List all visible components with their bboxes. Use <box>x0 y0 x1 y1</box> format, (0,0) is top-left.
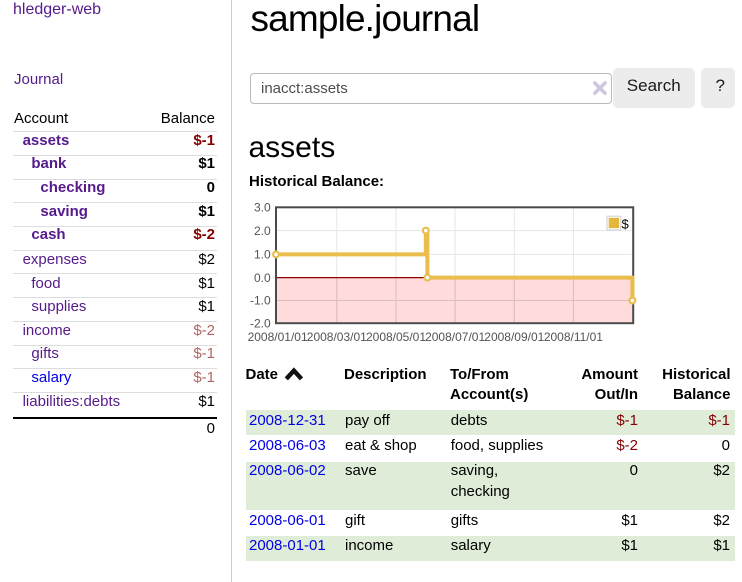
svg-text:2008/01/01: 2008/01/01 <box>248 330 308 344</box>
svg-text:3.0: 3.0 <box>254 201 271 215</box>
svg-text:$: $ <box>622 216 630 231</box>
svg-text:2008/09/01: 2008/09/01 <box>484 330 544 344</box>
svg-text:-2.0: -2.0 <box>250 316 271 330</box>
svg-text:0.0: 0.0 <box>254 271 271 285</box>
svg-text:2008/07/01: 2008/07/01 <box>425 330 485 344</box>
svg-text:2008/05/01: 2008/05/01 <box>366 330 426 344</box>
svg-text:2008/03/01: 2008/03/01 <box>307 330 367 344</box>
svg-text:2008/11/01: 2008/11/01 <box>544 330 603 344</box>
svg-text:1.0: 1.0 <box>254 248 271 262</box>
svg-text:-1.0: -1.0 <box>250 294 271 308</box>
svg-text:2.0: 2.0 <box>254 224 271 238</box>
